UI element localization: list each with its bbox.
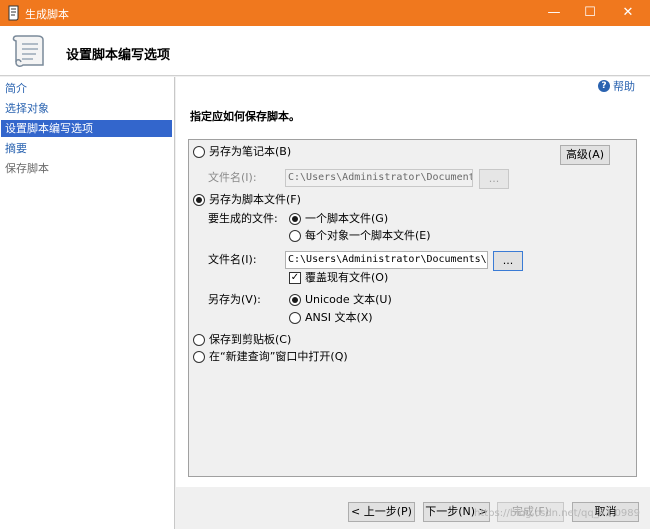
notebook-browse-button: ... bbox=[479, 169, 509, 189]
wizard-header: 设置脚本编写选项 bbox=[0, 26, 650, 76]
single-file-label: 一个脚本文件(G) bbox=[305, 212, 389, 225]
help-icon: ? bbox=[598, 80, 610, 92]
open-in-query-radio[interactable] bbox=[193, 351, 205, 363]
sidebar-item-summary[interactable]: 摘要 bbox=[1, 140, 172, 157]
unicode-radio[interactable] bbox=[289, 294, 301, 306]
notebook-filename-label: 文件名(I): bbox=[208, 171, 257, 184]
file-browse-button[interactable]: ... bbox=[493, 251, 523, 271]
close-button[interactable]: ✕ bbox=[610, 0, 646, 26]
per-object-radio[interactable] bbox=[289, 230, 301, 242]
overwrite-checkbox[interactable]: ✓ bbox=[289, 272, 301, 284]
main-content: ? 帮助 指定应如何保存脚本。 另存为笔记本(B) 高级(A) 文件名(I): … bbox=[176, 77, 650, 487]
save-to-file-label: 另存为脚本文件(F) bbox=[209, 193, 301, 206]
unicode-label: Unicode 文本(U) bbox=[305, 293, 392, 306]
wizard-sidebar: 简介 选择对象 设置脚本编写选项 摘要 保存脚本 bbox=[0, 77, 175, 529]
ansi-radio[interactable] bbox=[289, 312, 301, 324]
help-link[interactable]: ? 帮助 bbox=[598, 78, 635, 94]
sidebar-item-save-scripts: 保存脚本 bbox=[5, 162, 49, 175]
file-filename-label: 文件名(I): bbox=[208, 253, 257, 266]
save-to-notebook-radio[interactable] bbox=[193, 146, 205, 158]
previous-button[interactable]: < 上一步(P) bbox=[348, 502, 415, 522]
sidebar-item-intro[interactable]: 简介 bbox=[1, 80, 172, 97]
script-app-icon bbox=[8, 5, 19, 21]
maximize-button[interactable]: ☐ bbox=[572, 0, 608, 26]
sidebar-item-scripting-options[interactable]: 设置脚本编写选项 bbox=[1, 120, 172, 137]
page-title: 设置脚本编写选项 bbox=[66, 48, 171, 63]
window-title: 生成脚本 bbox=[25, 8, 69, 21]
title-bar: 生成脚本 — ☐ ✕ bbox=[0, 0, 650, 26]
notebook-filename-input: C:\Users\Administrator\Documents\scr bbox=[285, 169, 473, 187]
files-to-generate-label: 要生成的文件: bbox=[208, 212, 278, 225]
overwrite-label: 覆盖现有文件(O) bbox=[305, 271, 389, 284]
script-scroll-icon bbox=[12, 35, 44, 67]
per-object-label: 每个对象一个脚本文件(E) bbox=[305, 229, 431, 242]
save-to-clipboard-radio[interactable] bbox=[193, 334, 205, 346]
ansi-label: ANSI 文本(X) bbox=[305, 311, 373, 324]
save-to-clipboard-label: 保存到剪贴板(C) bbox=[209, 333, 292, 346]
open-in-query-label: 在“新建查询”窗口中打开(Q) bbox=[209, 350, 348, 363]
file-filename-input[interactable]: C:\Users\Administrator\Documents\scr bbox=[285, 251, 488, 269]
save-to-file-radio[interactable] bbox=[193, 194, 205, 206]
section-label: 指定应如何保存脚本。 bbox=[190, 110, 300, 123]
advanced-button[interactable]: 高级(A) bbox=[560, 145, 610, 165]
minimize-button[interactable]: — bbox=[536, 0, 572, 26]
watermark-text: https://blog.csdn.net/qq_41.0989 bbox=[474, 508, 641, 519]
help-label: 帮助 bbox=[613, 80, 635, 93]
save-to-notebook-label: 另存为笔记本(B) bbox=[209, 145, 292, 158]
save-as-label: 另存为(V): bbox=[208, 293, 261, 306]
sidebar-item-choose-objects[interactable]: 选择对象 bbox=[1, 100, 172, 117]
single-file-radio[interactable] bbox=[289, 213, 301, 225]
output-options-panel: 另存为笔记本(B) 高级(A) 文件名(I): C:\Users\Adminis… bbox=[188, 139, 637, 477]
